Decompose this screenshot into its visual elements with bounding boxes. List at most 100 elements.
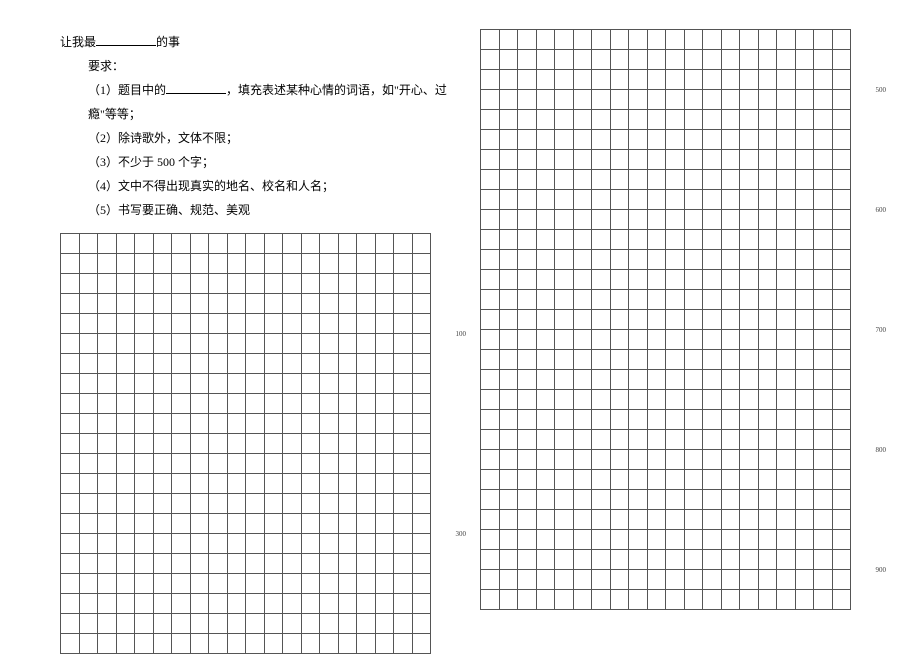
grid-cell[interactable] <box>190 333 210 354</box>
grid-cell[interactable] <box>647 109 667 130</box>
grid-cell[interactable] <box>665 289 685 310</box>
grid-cell[interactable] <box>480 369 500 390</box>
grid-cell[interactable] <box>393 353 413 374</box>
grid-cell[interactable] <box>79 513 99 534</box>
grid-cell[interactable] <box>79 613 99 634</box>
grid-cell[interactable] <box>116 273 136 294</box>
grid-cell[interactable] <box>208 513 228 534</box>
grid-row[interactable] <box>60 254 450 274</box>
grid-cell[interactable] <box>832 69 852 90</box>
grid-cell[interactable] <box>739 189 759 210</box>
grid-cell[interactable] <box>338 273 358 294</box>
grid-cell[interactable] <box>628 389 648 410</box>
grid-cell[interactable] <box>832 589 852 610</box>
grid-cell[interactable] <box>282 633 302 654</box>
grid-cell[interactable] <box>665 429 685 450</box>
grid-cell[interactable] <box>647 249 667 270</box>
grid-cell[interactable] <box>412 533 432 554</box>
grid-cell[interactable] <box>264 493 284 514</box>
grid-cell[interactable] <box>264 233 284 254</box>
grid-cell[interactable] <box>264 473 284 494</box>
grid-cell[interactable] <box>171 273 191 294</box>
grid-cell[interactable] <box>282 493 302 514</box>
grid-cell[interactable] <box>282 453 302 474</box>
grid-cell[interactable] <box>190 253 210 274</box>
grid-cell[interactable] <box>375 253 395 274</box>
grid-cell[interactable] <box>301 393 321 414</box>
grid-cell[interactable] <box>647 369 667 390</box>
grid-cell[interactable] <box>79 553 99 574</box>
grid-cell[interactable] <box>721 289 741 310</box>
grid-cell[interactable] <box>517 489 537 510</box>
grid-cell[interactable] <box>208 393 228 414</box>
grid-cell[interactable] <box>628 69 648 90</box>
grid-cell[interactable] <box>647 269 667 290</box>
grid-cell[interactable] <box>536 449 556 470</box>
grid-cell[interactable] <box>721 429 741 450</box>
grid-cell[interactable] <box>134 293 154 314</box>
grid-row[interactable] <box>480 250 870 270</box>
grid-cell[interactable] <box>301 313 321 334</box>
grid-cell[interactable] <box>517 109 537 130</box>
grid-cell[interactable] <box>813 169 833 190</box>
grid-cell[interactable] <box>412 333 432 354</box>
grid-cell[interactable] <box>758 529 778 550</box>
grid-cell[interactable] <box>684 529 704 550</box>
grid-cell[interactable] <box>375 353 395 374</box>
grid-cell[interactable] <box>60 433 80 454</box>
grid-cell[interactable] <box>665 229 685 250</box>
grid-cell[interactable] <box>134 473 154 494</box>
grid-cell[interactable] <box>338 373 358 394</box>
grid-cell[interactable] <box>319 513 339 534</box>
grid-cell[interactable] <box>721 349 741 370</box>
grid-cell[interactable] <box>301 233 321 254</box>
grid-cell[interactable] <box>536 229 556 250</box>
grid-cell[interactable] <box>356 493 376 514</box>
grid-cell[interactable] <box>702 149 722 170</box>
grid-cell[interactable] <box>97 373 117 394</box>
grid-row[interactable] <box>480 110 870 130</box>
grid-cell[interactable] <box>412 453 432 474</box>
grid-cell[interactable] <box>517 249 537 270</box>
grid-cell[interactable] <box>832 529 852 550</box>
grid-cell[interactable] <box>554 569 574 590</box>
grid-cell[interactable] <box>721 109 741 130</box>
grid-cell[interactable] <box>721 49 741 70</box>
grid-cell[interactable] <box>517 569 537 590</box>
grid-cell[interactable] <box>116 313 136 334</box>
grid-cell[interactable] <box>536 589 556 610</box>
grid-cell[interactable] <box>536 89 556 110</box>
grid-row[interactable]: 300 <box>60 514 450 534</box>
grid-cell[interactable] <box>208 613 228 634</box>
grid-cell[interactable] <box>536 29 556 50</box>
grid-cell[interactable] <box>393 453 413 474</box>
grid-cell[interactable] <box>153 253 173 274</box>
grid-cell[interactable] <box>776 549 796 570</box>
grid-cell[interactable] <box>319 593 339 614</box>
grid-cell[interactable] <box>499 429 519 450</box>
grid-cell[interactable] <box>573 129 593 150</box>
grid-cell[interactable] <box>554 49 574 70</box>
grid-cell[interactable] <box>153 473 173 494</box>
grid-cell[interactable] <box>591 229 611 250</box>
grid-cell[interactable] <box>208 333 228 354</box>
grid-cell[interactable] <box>227 593 247 614</box>
grid-cell[interactable] <box>739 589 759 610</box>
grid-cell[interactable] <box>628 89 648 110</box>
grid-row[interactable] <box>480 210 870 230</box>
grid-cell[interactable] <box>356 353 376 374</box>
grid-cell[interactable] <box>628 289 648 310</box>
grid-cell[interactable] <box>153 453 173 474</box>
grid-cell[interactable] <box>499 229 519 250</box>
grid-row[interactable] <box>480 230 870 250</box>
grid-row[interactable]: 700 <box>480 310 870 330</box>
grid-cell[interactable] <box>702 89 722 110</box>
grid-cell[interactable] <box>499 569 519 590</box>
grid-cell[interactable] <box>134 453 154 474</box>
grid-cell[interactable] <box>684 209 704 230</box>
grid-cell[interactable] <box>739 449 759 470</box>
grid-cell[interactable] <box>393 513 413 534</box>
grid-cell[interactable] <box>610 209 630 230</box>
grid-cell[interactable] <box>480 289 500 310</box>
grid-cell[interactable] <box>480 509 500 530</box>
